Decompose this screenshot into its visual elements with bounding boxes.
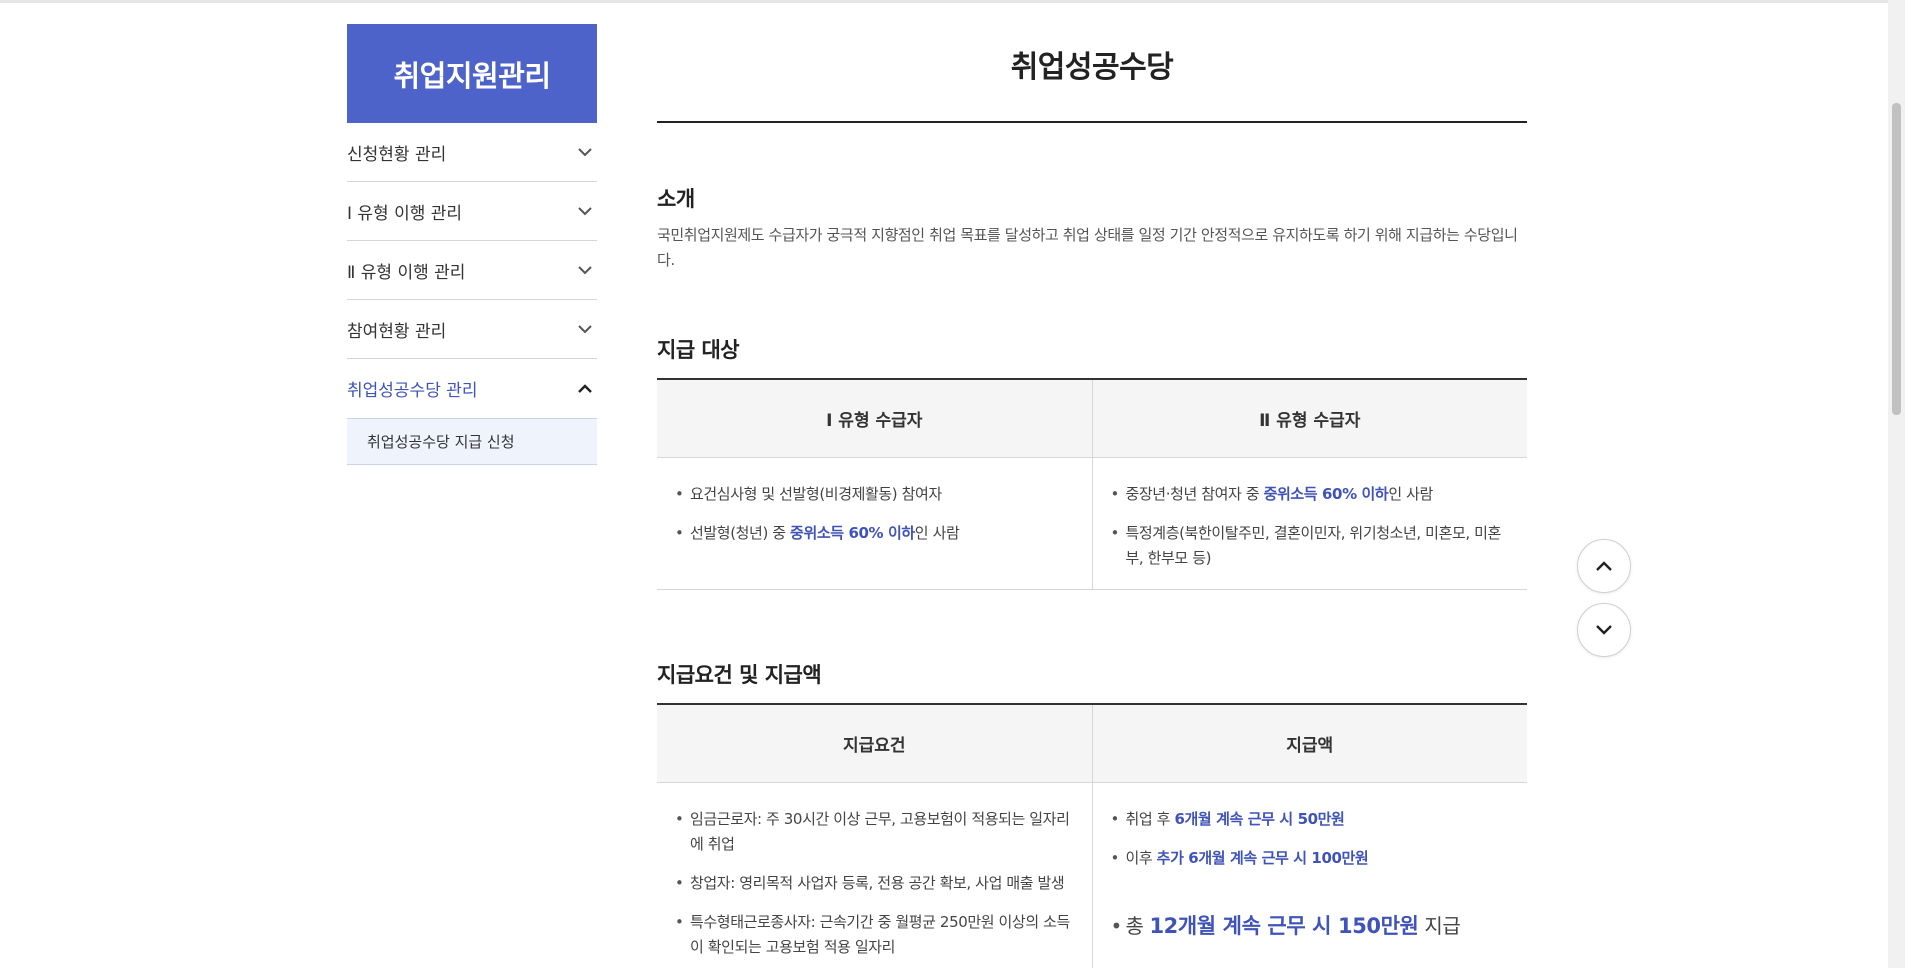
chevron-up-icon [1595,557,1613,576]
list-item: 선발형(청년) 중 중위소득 60% 이하인 사람 [675,521,1072,546]
sidebar-nav: 취업지원관리 신청현황 관리 Ⅰ 유형 이행 관리 Ⅱ 유형 이행 관리 참여현… [347,24,597,465]
chevron-down-icon [575,260,595,280]
list-item: 특정계층(북한이탈주민, 결혼이민자, 위기청소년, 미혼모, 미혼부, 한부모… [1111,521,1508,571]
top-border [0,0,1905,3]
sidebar-item-type2-compliance[interactable]: Ⅱ 유형 이행 관리 [347,241,597,300]
table-cell: 임금근로자: 주 30시간 이상 근무, 고용보험이 적용되는 일자리에 취업 … [657,782,1092,968]
chevron-down-icon [575,201,595,221]
sidebar-item-label: 참여현황 관리 [347,321,447,342]
table-header: Ⅰ 유형 수급자 [657,379,1092,458]
scroll-bottom-button[interactable] [1577,603,1631,657]
list-item: 이후 추가 6개월 계속 근무 시 100만원 [1111,846,1508,871]
chevron-up-icon [575,379,595,399]
list-item: 창업자: 영리목적 사업자 등록, 전용 공간 확보, 사업 매출 발생 [675,871,1072,896]
list-item: 중장년·청년 참여자 중 중위소득 60% 이하인 사람 [1111,482,1508,507]
sidebar-item-label: 신청현황 관리 [347,144,447,165]
requirements-heading: 지급요건 및 지급액 [657,663,822,687]
table-header: 지급요건 [657,704,1092,783]
list-item-total: 총 12개월 계속 근무 시 150만원 지급 [1111,911,1508,941]
sidebar-item-label: Ⅱ 유형 이행 관리 [347,262,466,283]
intro-text: 국민취업지원제도 수급자가 궁극적 지향점인 취업 목표를 달성하고 취업 상태… [657,226,1518,269]
requirements-table: 지급요건 지급액 임금근로자: 주 30시간 이상 근무, 고용보험이 적용되는… [657,703,1527,968]
chevron-down-icon [575,142,595,162]
chevron-down-icon [575,319,595,339]
table-header: 지급액 [1091,704,1527,783]
intro-heading: 소개 [657,187,695,211]
page-title: 취업성공수당 [1010,50,1174,85]
sidebar-subitem-allowance-application[interactable]: 취업성공수당 지급 신청 [347,418,597,465]
table-cell: 요건심사형 및 선발형(비경제활동) 참여자 선발형(청년) 중 중위소득 60… [657,457,1092,590]
table-cell: 취업 후 6개월 계속 근무 시 50만원 이후 추가 6개월 계속 근무 시 … [1091,782,1527,968]
scrollbar-thumb[interactable] [1892,103,1901,415]
sidebar-title: 취업지원관리 [347,24,597,123]
list-item: 임금근로자: 주 30시간 이상 근무, 고용보험이 적용되는 일자리에 취업 [675,807,1072,857]
table-cell: 중장년·청년 참여자 중 중위소득 60% 이하인 사람 특정계층(북한이탈주민… [1091,457,1527,590]
sidebar-item-application-status[interactable]: 신청현황 관리 [347,123,597,182]
target-table: Ⅰ 유형 수급자 Ⅱ 유형 수급자 요건심사형 및 선발형(비경제활동) 참여자… [657,378,1527,590]
sidebar-item-label: 취업성공수당 관리 [347,381,478,401]
sidebar-item-participation-status[interactable]: 참여현황 관리 [347,300,597,359]
sidebar-item-label: Ⅰ 유형 이행 관리 [347,203,463,224]
list-item: 요건심사형 및 선발형(비경제활동) 참여자 [675,482,1072,507]
target-heading: 지급 대상 [657,338,740,362]
chevron-down-icon [1595,621,1613,640]
sidebar-item-type1-compliance[interactable]: Ⅰ 유형 이행 관리 [347,182,597,241]
table-header: Ⅱ 유형 수급자 [1091,379,1527,458]
list-item: 취업 후 6개월 계속 근무 시 50만원 [1111,807,1508,832]
title-divider [657,121,1527,123]
list-item: 특수형태근로종사자: 근속기간 중 월평균 250만원 이상의 소득이 확인되는… [675,910,1072,960]
scroll-top-button[interactable] [1577,539,1631,593]
sidebar-item-success-allowance[interactable]: 취업성공수당 관리 [347,359,597,418]
page-scrollbar[interactable] [1888,0,1905,968]
